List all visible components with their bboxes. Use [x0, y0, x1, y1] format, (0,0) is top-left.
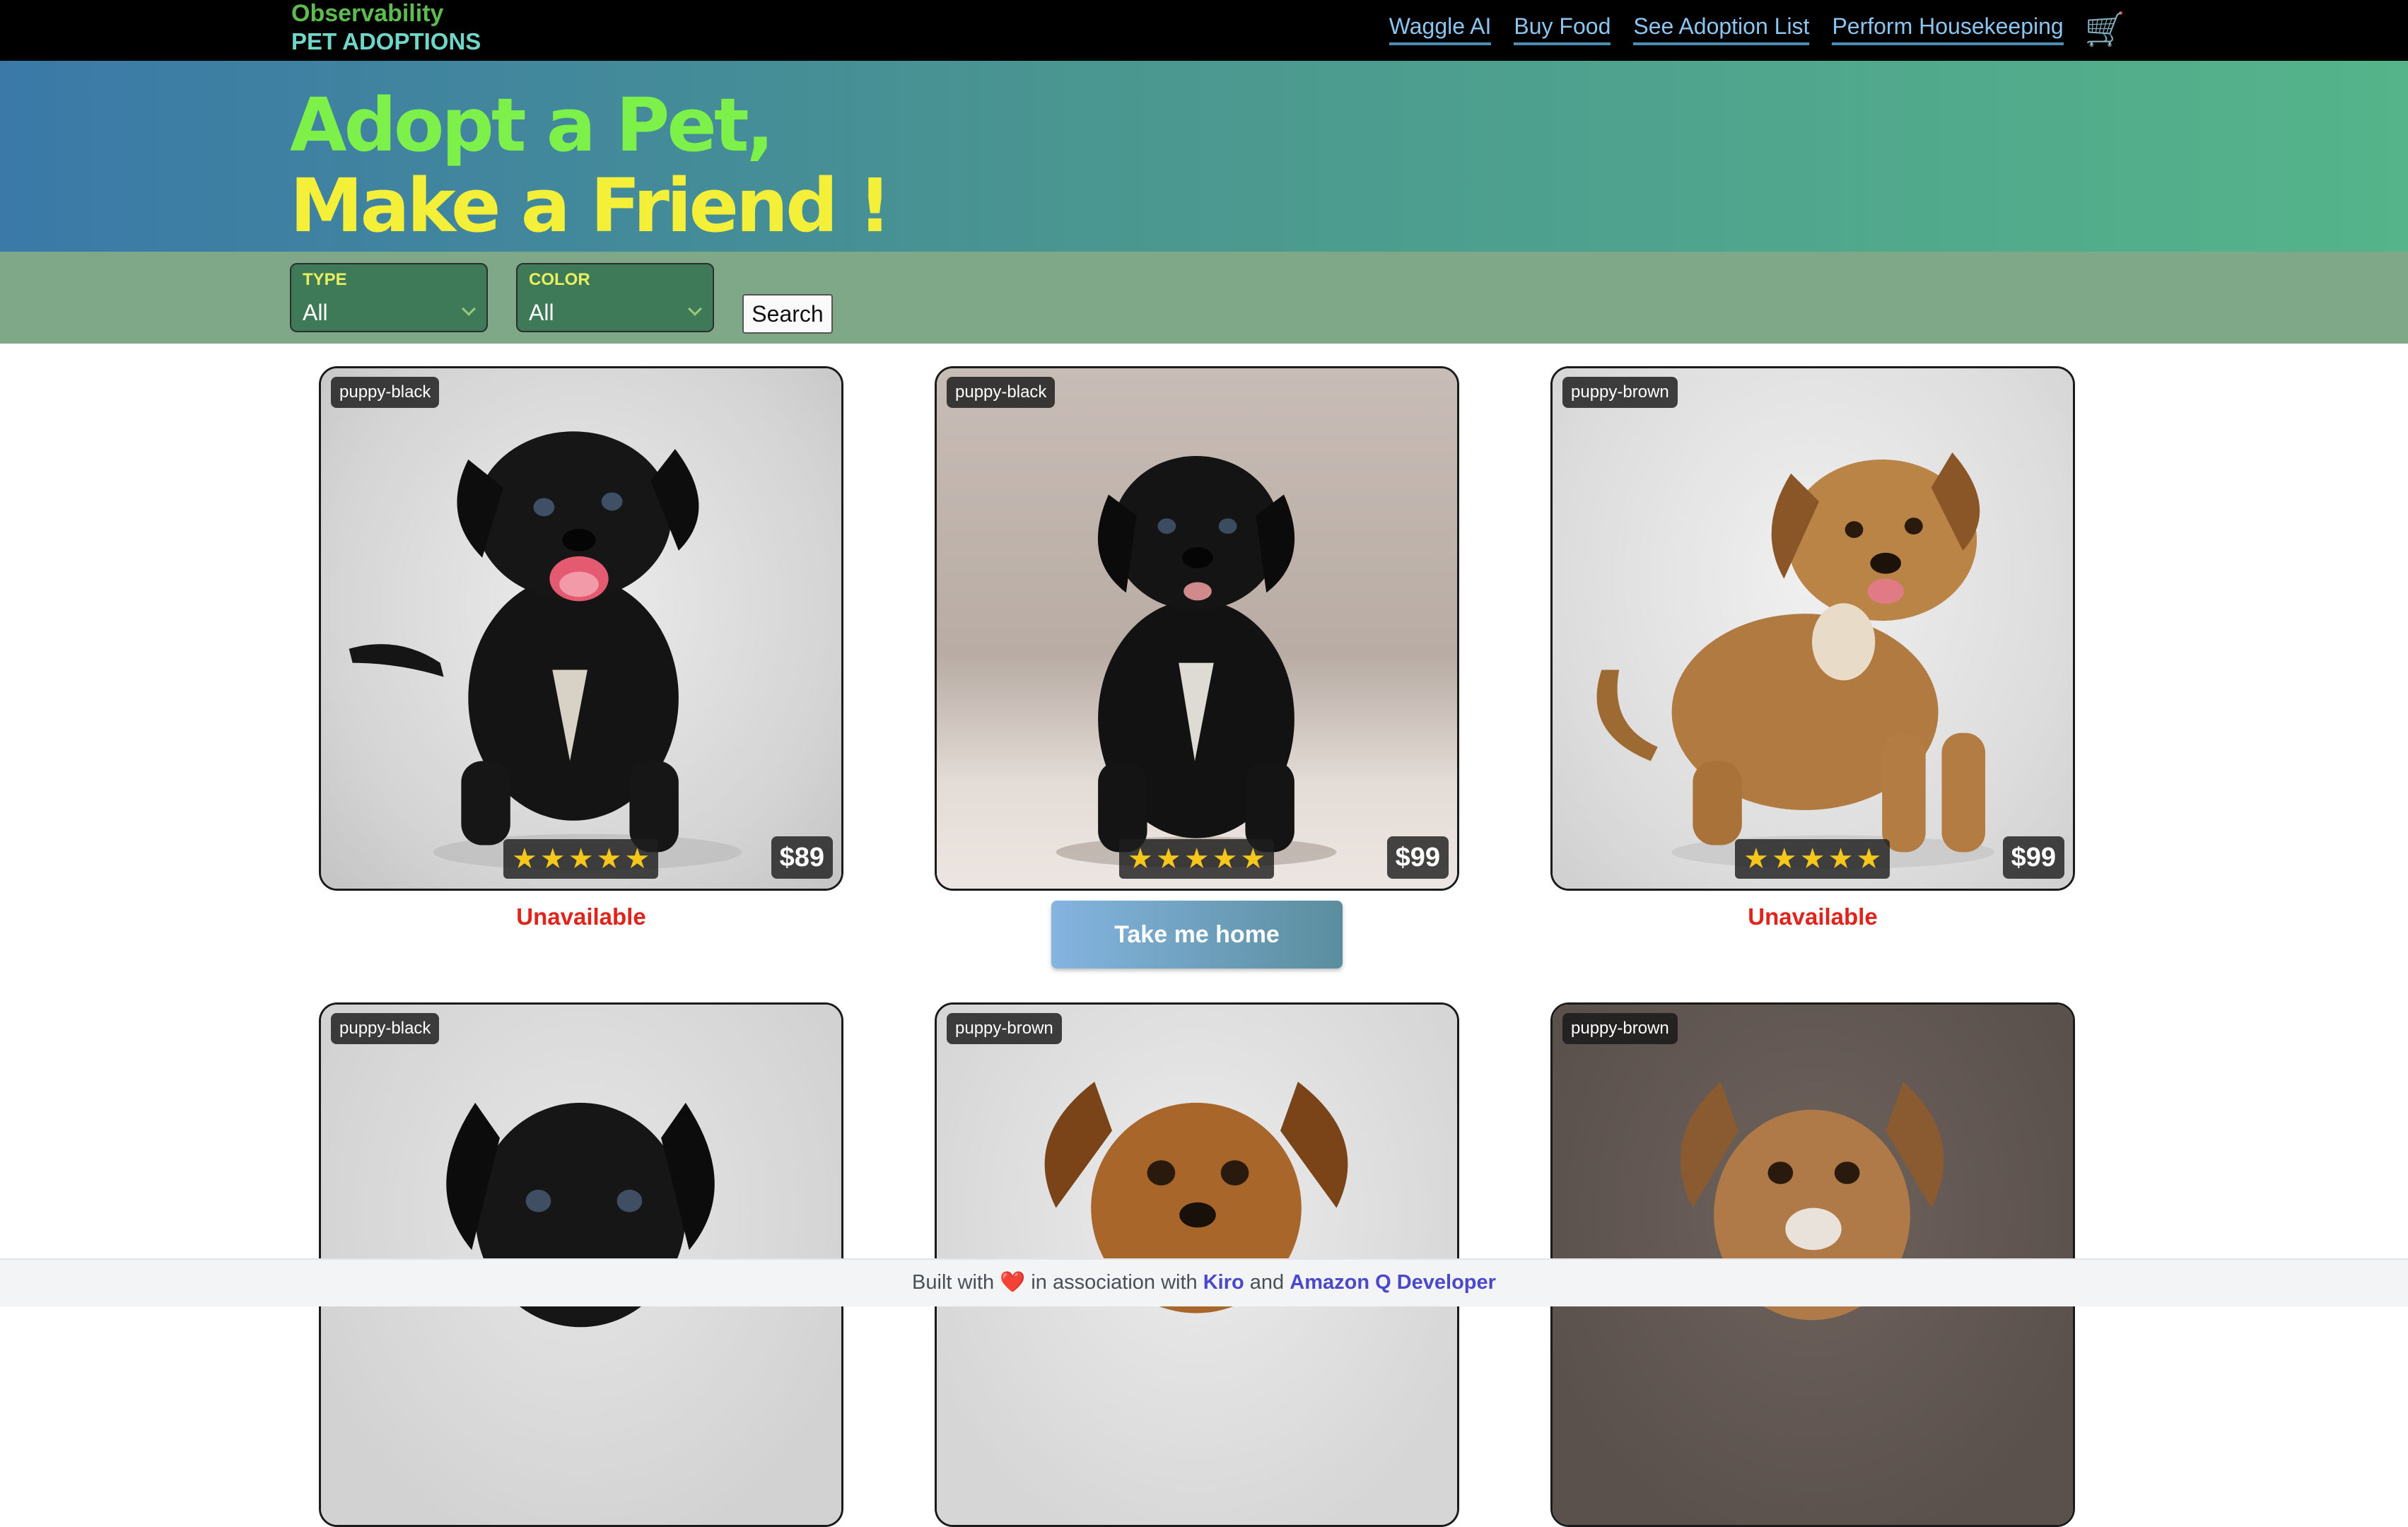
rating-stars: ★ ★ ★ ★ ★ [1735, 839, 1890, 879]
color-select-value: All [529, 300, 554, 325]
chevron-down-icon [462, 302, 476, 316]
pet-tag: puppy-black [331, 377, 440, 408]
star-icon: ★ [1212, 843, 1238, 874]
pet-card[interactable]: puppy-black ★ ★ ★ ★ ★ $89 [319, 366, 843, 891]
star-icon: ★ [1183, 843, 1210, 874]
pet-price: $99 [2002, 836, 2064, 879]
rating-stars: ★ ★ ★ ★ ★ [1119, 839, 1275, 879]
star-icon: ★ [1743, 843, 1769, 874]
cart-icon[interactable]: 🛒 [2085, 13, 2125, 45]
brand-title: Observability [291, 0, 444, 27]
footer-and: and [1249, 1271, 1285, 1294]
star-icon: ★ [1771, 843, 1797, 874]
pet-price: $99 [1386, 836, 1449, 879]
heart-icon: ❤️ [1000, 1271, 1026, 1294]
footer-link-kiro[interactable]: Kiro [1203, 1271, 1244, 1294]
pet-photo [937, 368, 1457, 889]
color-select[interactable]: COLOR All [516, 263, 714, 332]
pet-card[interactable]: puppy-brown ★ ★ ★ ★ ★ $99 [1550, 366, 2075, 891]
nav-link-housekeeping[interactable]: Perform Housekeeping [1832, 13, 2064, 45]
hero-line-friend: Make a Friend ! [290, 163, 892, 249]
star-icon: ★ [1828, 843, 1854, 874]
star-icon: ★ [1155, 843, 1181, 874]
star-icon: ★ [568, 843, 594, 874]
nav-link-adoption-list[interactable]: See Adoption List [1633, 13, 1810, 45]
hero-banner: Adopt a Pet, Make a Friend ! [0, 61, 2408, 252]
brand-subtitle: PET ADOPTIONS [291, 28, 481, 54]
hero-heading: Adopt a Pet, Make a Friend ! [290, 82, 892, 249]
pet-photo [321, 368, 841, 889]
main-nav: Waggle AI Buy Food See Adoption List Per… [1367, 13, 2125, 45]
pet-tag: puppy-brown [1562, 1013, 1678, 1044]
star-icon: ★ [539, 843, 566, 874]
puppy-image [1596, 452, 1994, 870]
brand-logo[interactable]: Observability PET ADOPTIONS [291, 1, 481, 53]
take-me-home-button[interactable]: Take me home [1051, 901, 1343, 969]
pet-price: $89 [771, 836, 833, 879]
footer-prefix: Built with [912, 1271, 995, 1294]
pet-tag: puppy-black [331, 1013, 440, 1044]
unavailable-label: Unavailable [516, 903, 646, 930]
top-navbar: Observability PET ADOPTIONS Waggle AI Bu… [0, 0, 2408, 61]
rating-stars: ★ ★ ★ ★ ★ [503, 839, 659, 879]
pet-tag: puppy-brown [1562, 377, 1678, 408]
unavailable-label: Unavailable [1748, 903, 1878, 930]
type-select-label: TYPE [303, 270, 347, 289]
star-icon: ★ [624, 843, 650, 874]
footer-middle: in association with [1031, 1271, 1198, 1294]
nav-link-buy-food[interactable]: Buy Food [1514, 13, 1611, 45]
type-select-value: All [303, 300, 328, 325]
footer: Built with ❤️ in association with Kiro a… [0, 1258, 2408, 1306]
puppy-image [349, 431, 742, 871]
chevron-down-icon [688, 302, 702, 316]
pet-card[interactable]: puppy-black ★ ★ ★ ★ ★ $99 [935, 366, 1459, 891]
search-button[interactable]: Search [742, 294, 833, 334]
pet-tag: puppy-black [947, 377, 1056, 408]
filter-bar: TYPE All COLOR All Search [0, 252, 2408, 344]
star-icon: ★ [1856, 843, 1882, 874]
type-select[interactable]: TYPE All [290, 263, 488, 332]
star-icon: ★ [512, 843, 537, 874]
star-icon: ★ [596, 843, 622, 874]
star-icon: ★ [1799, 843, 1825, 874]
star-icon: ★ [1128, 843, 1153, 874]
pet-photo [1553, 368, 2073, 889]
pet-tag: puppy-brown [947, 1013, 1062, 1044]
hero-line-adopt: Adopt a Pet, [290, 82, 774, 168]
star-icon: ★ [1240, 843, 1266, 874]
footer-link-amazon-q[interactable]: Amazon Q Developer [1290, 1271, 1496, 1294]
color-select-label: COLOR [529, 270, 590, 289]
nav-link-waggle-ai[interactable]: Waggle AI [1389, 13, 1492, 45]
puppy-image [1056, 455, 1337, 868]
